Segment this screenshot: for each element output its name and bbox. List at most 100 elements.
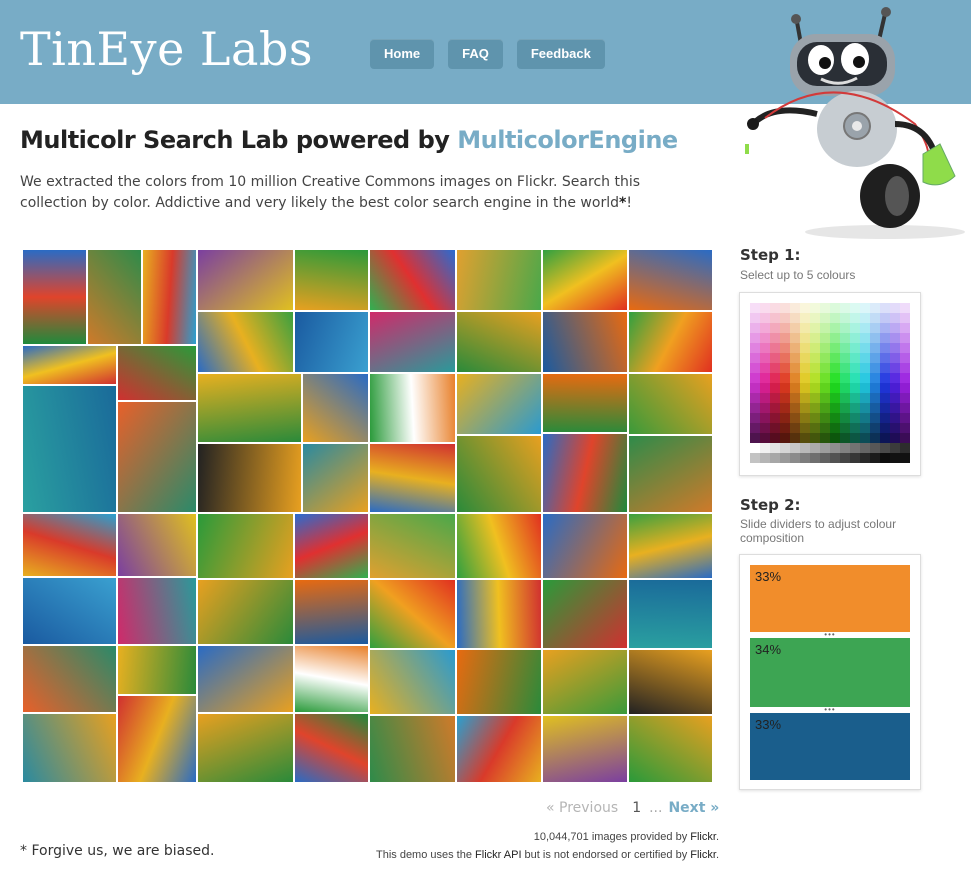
mosaic-image-tile[interactable] [369, 513, 456, 579]
palette-swatch[interactable] [870, 303, 880, 313]
palette-swatch[interactable] [830, 353, 840, 363]
palette-swatch[interactable] [780, 383, 790, 393]
palette-swatch[interactable] [790, 373, 800, 383]
palette-swatch[interactable] [800, 443, 810, 453]
palette-swatch[interactable] [760, 333, 770, 343]
palette-swatch[interactable] [850, 403, 860, 413]
palette-swatch[interactable] [830, 413, 840, 423]
palette-swatch[interactable] [750, 423, 760, 433]
palette-swatch[interactable] [870, 383, 880, 393]
palette-swatch[interactable] [880, 373, 890, 383]
mosaic-image-tile[interactable] [302, 443, 369, 513]
palette-swatch[interactable] [750, 343, 760, 353]
palette-swatch[interactable] [890, 373, 900, 383]
palette-swatch[interactable] [810, 443, 820, 453]
palette-swatch[interactable] [840, 403, 850, 413]
palette-swatch[interactable] [750, 323, 760, 333]
mosaic-image-tile[interactable] [456, 513, 542, 579]
palette-swatch[interactable] [890, 433, 900, 443]
palette-swatch[interactable] [770, 343, 780, 353]
palette-swatch[interactable] [830, 453, 840, 463]
palette-swatch[interactable] [900, 433, 910, 443]
palette-swatch[interactable] [760, 443, 770, 453]
palette-swatch[interactable] [880, 313, 890, 323]
palette-swatch[interactable] [810, 363, 820, 373]
palette-swatch[interactable] [760, 363, 770, 373]
mosaic-image-tile[interactable] [369, 311, 456, 373]
palette-swatch[interactable] [900, 453, 910, 463]
palette-swatch[interactable] [840, 453, 850, 463]
palette-swatch[interactable] [880, 363, 890, 373]
palette-swatch[interactable] [870, 313, 880, 323]
mosaic-image-tile[interactable] [542, 715, 628, 783]
palette-swatch[interactable] [900, 323, 910, 333]
palette-swatch[interactable] [900, 393, 910, 403]
palette-swatch[interactable] [830, 433, 840, 443]
palette-swatch[interactable] [760, 323, 770, 333]
palette-swatch[interactable] [900, 423, 910, 433]
mosaic-image-tile[interactable] [628, 311, 713, 373]
palette-swatch[interactable] [770, 363, 780, 373]
mosaic-image-tile[interactable] [542, 311, 628, 373]
mosaic-image-tile[interactable] [628, 249, 713, 311]
palette-swatch[interactable] [850, 313, 860, 323]
palette-swatch[interactable] [890, 313, 900, 323]
mosaic-image-tile[interactable] [456, 435, 542, 513]
palette-swatch[interactable] [890, 383, 900, 393]
palette-swatch[interactable] [850, 423, 860, 433]
mosaic-image-tile[interactable] [22, 513, 117, 577]
mosaic-image-tile[interactable] [197, 579, 294, 645]
palette-swatch[interactable] [900, 343, 910, 353]
nav-faq-button[interactable]: FAQ [448, 39, 503, 69]
mosaic-image-tile[interactable] [294, 579, 369, 645]
palette-swatch[interactable] [790, 313, 800, 323]
palette-swatch[interactable] [840, 313, 850, 323]
palette-swatch[interactable] [820, 423, 830, 433]
palette-swatch[interactable] [860, 313, 870, 323]
mosaic-image-tile[interactable] [197, 513, 294, 579]
mosaic-image-tile[interactable] [197, 443, 302, 513]
palette-swatch[interactable] [830, 333, 840, 343]
mosaic-image-tile[interactable] [197, 645, 294, 713]
palette-swatch[interactable] [760, 423, 770, 433]
palette-swatch[interactable] [790, 433, 800, 443]
palette-swatch[interactable] [800, 363, 810, 373]
palette-swatch[interactable] [750, 453, 760, 463]
color-palette-grid[interactable] [750, 303, 910, 463]
palette-swatch[interactable] [780, 413, 790, 423]
palette-swatch[interactable] [760, 453, 770, 463]
palette-swatch[interactable] [870, 403, 880, 413]
palette-swatch[interactable] [820, 323, 830, 333]
palette-swatch[interactable] [840, 343, 850, 353]
mosaic-image-tile[interactable] [369, 579, 456, 649]
palette-swatch[interactable] [870, 413, 880, 423]
mosaic-image-tile[interactable] [22, 345, 117, 385]
palette-swatch[interactable] [790, 443, 800, 453]
composition-bar[interactable]: 33% [750, 565, 910, 632]
palette-swatch[interactable] [840, 323, 850, 333]
palette-swatch[interactable] [840, 373, 850, 383]
palette-swatch[interactable] [800, 373, 810, 383]
palette-swatch[interactable] [780, 393, 790, 403]
palette-swatch[interactable] [880, 383, 890, 393]
palette-swatch[interactable] [900, 373, 910, 383]
palette-swatch[interactable] [850, 303, 860, 313]
palette-swatch[interactable] [890, 353, 900, 363]
palette-swatch[interactable] [840, 363, 850, 373]
mosaic-image-tile[interactable] [542, 579, 628, 649]
palette-swatch[interactable] [870, 423, 880, 433]
palette-swatch[interactable] [790, 303, 800, 313]
palette-swatch[interactable] [810, 453, 820, 463]
palette-swatch[interactable] [810, 303, 820, 313]
palette-swatch[interactable] [810, 383, 820, 393]
palette-swatch[interactable] [880, 323, 890, 333]
palette-swatch[interactable] [850, 433, 860, 443]
palette-swatch[interactable] [880, 453, 890, 463]
mosaic-image-tile[interactable] [369, 443, 456, 513]
palette-swatch[interactable] [880, 353, 890, 363]
palette-swatch[interactable] [770, 433, 780, 443]
palette-swatch[interactable] [880, 413, 890, 423]
palette-swatch[interactable] [800, 303, 810, 313]
mosaic-image-tile[interactable] [542, 249, 628, 311]
palette-swatch[interactable] [810, 323, 820, 333]
